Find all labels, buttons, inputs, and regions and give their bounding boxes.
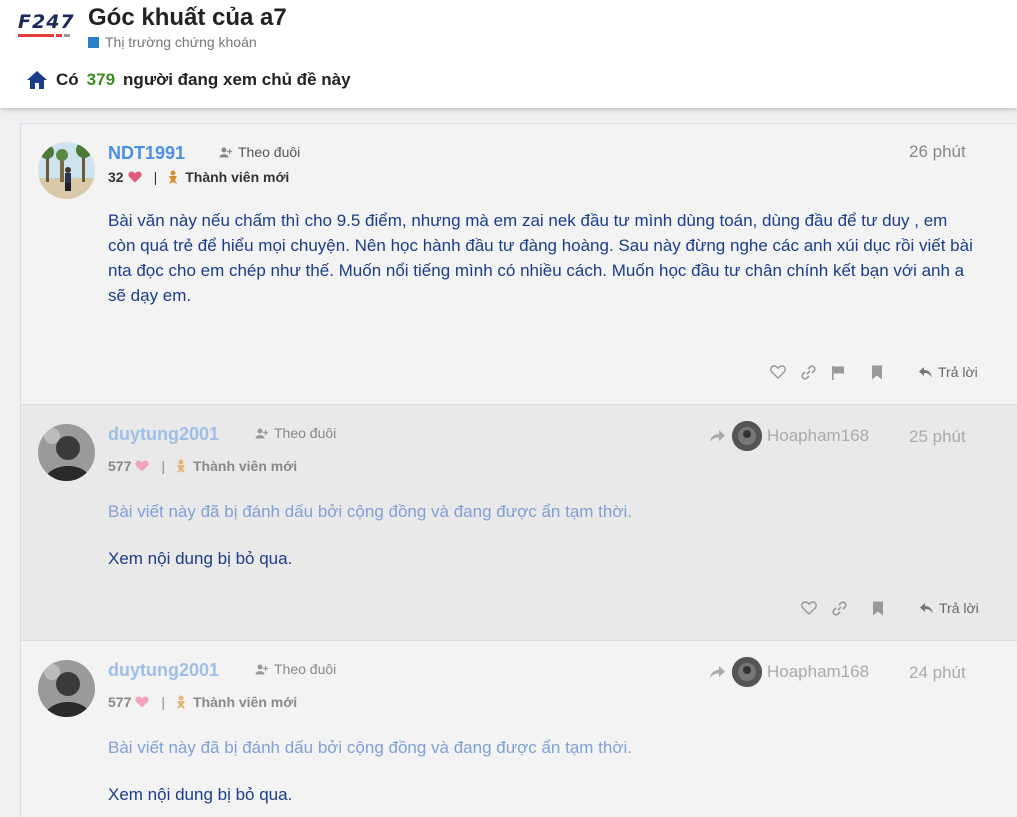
- user-meta: 32 | Thành viên mới: [108, 169, 289, 185]
- post-actions: Trả lời: [794, 600, 979, 616]
- username[interactable]: NDT1991: [108, 143, 185, 164]
- like-button[interactable]: [794, 601, 824, 615]
- user-meta: 577 | Thành viên mới: [108, 694, 297, 710]
- follow-button[interactable]: Theo đuôi: [219, 144, 300, 160]
- username[interactable]: duytung2001: [108, 660, 219, 681]
- heart-icon: [128, 171, 142, 183]
- like-count: 577: [108, 458, 132, 474]
- avatar[interactable]: [38, 660, 95, 717]
- hidden-post-notice: Bài viết này đã bị đánh dấu bởi cộng đồn…: [108, 502, 632, 521]
- follow-label: Theo đuôi: [238, 144, 301, 160]
- user-badge[interactable]: Thành viên mới: [193, 458, 297, 474]
- reply-arrow-icon: [710, 666, 725, 678]
- reply-to-indicator[interactable]: Hoapham168: [709, 421, 869, 451]
- avatar[interactable]: [38, 142, 95, 199]
- reply-icon: [920, 602, 933, 614]
- reply-to-avatar: [732, 657, 762, 687]
- heart-icon: [135, 696, 149, 708]
- bookmark-icon: [873, 601, 883, 615]
- home-icon[interactable]: [26, 70, 48, 90]
- bookmark-button[interactable]: [862, 365, 892, 380]
- follow-button[interactable]: Theo đuôi: [255, 661, 336, 677]
- bookmark-button[interactable]: [863, 601, 893, 616]
- logo-underline: [18, 34, 80, 37]
- heart-icon: [135, 460, 149, 472]
- share-link-button[interactable]: [824, 600, 854, 616]
- reply-label: Trả lời: [939, 600, 979, 616]
- link-icon: [800, 364, 816, 380]
- reply-to-avatar: [732, 421, 762, 451]
- reply-to-username: Hoapham168: [767, 662, 870, 681]
- post-actions: Trả lời: [763, 364, 978, 380]
- flag-button[interactable]: [823, 365, 853, 380]
- post-item: NDT1991 Theo đuôi 32 | Thành viên mới 26…: [20, 123, 1017, 405]
- post-body: Bài viết này đã bị đánh dấu bởi cộng đồn…: [108, 499, 978, 571]
- post-item: duytung2001 Theo đuôi 577 | Thành viên m…: [20, 640, 1017, 817]
- user-plus-icon: [219, 147, 232, 157]
- user-plus-icon: [255, 664, 268, 674]
- hidden-post-notice: Bài viết này đã bị đánh dấu bởi cộng đồn…: [108, 738, 632, 757]
- viewers-suffix: người đang xem chủ đề này: [123, 70, 351, 89]
- user-plus-icon: [255, 428, 268, 438]
- reply-to-username: Hoapham168: [767, 426, 870, 445]
- topic-title[interactable]: Góc khuất của a7: [88, 4, 287, 32]
- share-link-button[interactable]: [793, 364, 823, 380]
- reply-arrow-icon: [710, 430, 725, 442]
- post-body: Bài viết này đã bị đánh dấu bởi cộng đồn…: [108, 735, 978, 807]
- post-time[interactable]: 26 phút: [909, 142, 966, 162]
- show-hidden-content-link[interactable]: Xem nội dung bị bỏ qua.: [108, 782, 978, 807]
- link-icon: [831, 600, 847, 616]
- post-time[interactable]: 25 phút: [909, 427, 966, 447]
- follow-button[interactable]: Theo đuôi: [255, 425, 336, 441]
- avatar[interactable]: [38, 424, 95, 481]
- reply-button[interactable]: Trả lời: [918, 364, 978, 380]
- bookmark-icon: [872, 365, 882, 379]
- topic-header: F247 Góc khuất của a7 Thị trường chứng k…: [0, 0, 1017, 108]
- user-badge[interactable]: Thành viên mới: [193, 694, 297, 710]
- meta-separator: |: [153, 169, 158, 185]
- viewers-notice: Có 379 người đang xem chủ đề này: [26, 70, 351, 90]
- like-button[interactable]: [763, 365, 793, 379]
- category-label: Thị trường chứng khoán: [105, 34, 257, 50]
- user-badge[interactable]: Thành viên mới: [185, 169, 289, 185]
- post-item: duytung2001 Theo đuôi 577 | Thành viên m…: [20, 404, 1017, 641]
- follow-label: Theo đuôi: [274, 425, 337, 441]
- post-body: Bài văn này nếu chấm thì cho 9.5 điểm, n…: [108, 211, 973, 305]
- viewers-count: 379: [86, 70, 116, 89]
- meta-separator: |: [161, 458, 165, 474]
- logo-text: F247: [18, 11, 75, 33]
- post-time[interactable]: 24 phút: [909, 663, 966, 683]
- reply-icon: [919, 366, 932, 378]
- badge-icon: [169, 170, 178, 184]
- user-meta: 577 | Thành viên mới: [108, 458, 297, 474]
- username[interactable]: duytung2001: [108, 424, 219, 445]
- reply-to-indicator[interactable]: Hoapham168: [709, 657, 869, 687]
- flag-icon: [832, 365, 844, 380]
- badge-icon: [177, 459, 185, 473]
- badge-icon: [177, 695, 185, 709]
- reply-label: Trả lời: [938, 364, 978, 380]
- like-count: 32: [108, 169, 124, 185]
- show-hidden-content-link[interactable]: Xem nội dung bị bỏ qua.: [108, 546, 978, 571]
- site-logo[interactable]: F247: [18, 12, 80, 42]
- follow-label: Theo đuôi: [274, 661, 337, 677]
- meta-separator: |: [161, 694, 165, 710]
- category-link[interactable]: Thị trường chứng khoán: [88, 34, 257, 50]
- heart-outline-icon: [801, 601, 817, 615]
- like-count: 577: [108, 694, 132, 710]
- viewers-prefix: Có: [56, 70, 79, 89]
- reply-button[interactable]: Trả lời: [919, 600, 979, 616]
- heart-outline-icon: [770, 365, 786, 379]
- category-color-icon: [88, 36, 99, 48]
